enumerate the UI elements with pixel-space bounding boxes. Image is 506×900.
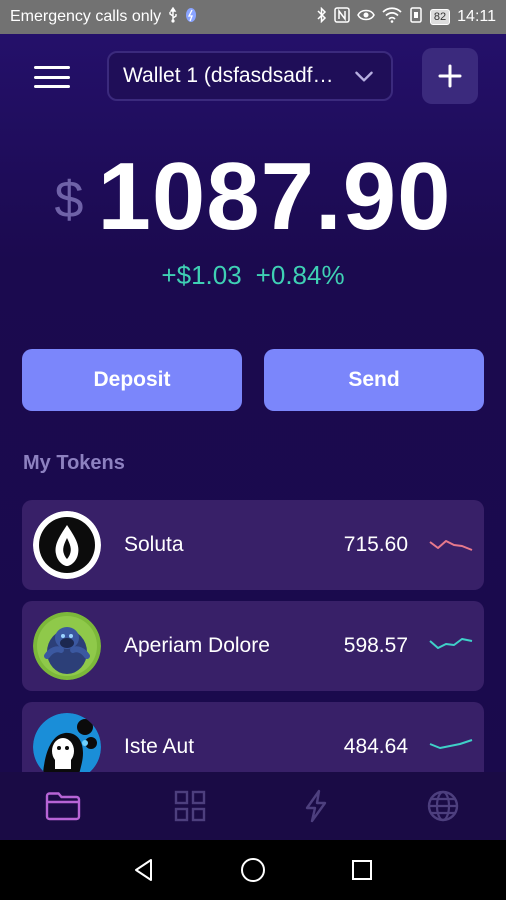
back-button[interactable] <box>127 853 161 887</box>
deposit-button[interactable]: Deposit <box>22 349 242 411</box>
wallet-label: Wallet 1 (dsfasdsadfasdf) <box>123 64 345 87</box>
nav-wallet[interactable] <box>0 772 127 840</box>
status-bar: Emergency calls only 82 14:11 <box>0 0 506 34</box>
token-avatar-aperiam-dolore <box>33 612 101 680</box>
token-name: Aperiam Dolore <box>124 634 270 657</box>
carrier-text: Emergency calls only <box>10 8 162 25</box>
chevron-down-icon <box>355 71 373 82</box>
token-value: 598.57 <box>343 634 408 657</box>
recents-button[interactable] <box>345 853 379 887</box>
tokens-section-title: My Tokens <box>23 452 125 474</box>
home-icon <box>240 858 265 882</box>
back-icon <box>135 859 153 881</box>
change-absolute: +$1.03 <box>161 260 242 290</box>
wifi-icon <box>382 6 402 28</box>
currency-symbol: $ <box>54 171 84 229</box>
nav-apps[interactable] <box>127 772 254 840</box>
clock: 14:11 <box>457 8 496 25</box>
nav-activity[interactable] <box>253 772 380 840</box>
token-name: Soluta <box>124 533 184 556</box>
nav-browser[interactable] <box>380 772 506 840</box>
sparkline-up-icon <box>429 638 473 649</box>
home-button[interactable] <box>236 853 270 887</box>
data-saver-icon <box>185 7 197 28</box>
usb-icon <box>167 6 179 28</box>
bluetooth-icon <box>317 6 327 28</box>
action-buttons: Deposit Send <box>22 349 484 411</box>
token-avatar-soluta <box>33 511 101 579</box>
token-row[interactable]: Soluta 715.60 <box>22 500 484 590</box>
system-nav-bar <box>0 840 506 900</box>
app-screen: Wallet 1 (dsfasdsadfasdf) $ 1087.90 +$1.… <box>0 34 506 840</box>
wallet-icon <box>46 792 81 821</box>
send-button[interactable]: Send <box>264 349 484 411</box>
lightning-icon <box>306 789 327 823</box>
hamburger-icon[interactable] <box>30 62 74 92</box>
balance-amount: 1087.90 <box>97 143 452 250</box>
token-avatar-iste-aut <box>33 713 101 781</box>
token-value: 715.60 <box>343 533 408 556</box>
nfc-icon <box>334 6 350 28</box>
add-wallet-button[interactable] <box>422 48 478 104</box>
sparkline-down-icon <box>429 540 473 551</box>
balance-change: +$1.03 +0.84% <box>0 260 506 291</box>
bottom-nav <box>0 772 506 840</box>
wallet-selector[interactable]: Wallet 1 (dsfasdsadfasdf) <box>107 51 393 101</box>
eye-icon <box>357 8 375 27</box>
top-bar: Wallet 1 (dsfasdsadfasdf) <box>0 34 506 118</box>
plus-icon <box>438 64 462 88</box>
change-percent: +0.84% <box>255 260 345 290</box>
globe-icon <box>427 790 458 822</box>
vibrate-icon <box>409 6 423 28</box>
sparkline-up-icon <box>429 739 473 749</box>
grid-icon <box>174 790 205 822</box>
battery-icon: 82 <box>429 9 451 25</box>
balance-display: $ 1087.90 <box>0 142 506 252</box>
token-row[interactable]: Aperiam Dolore 598.57 <box>22 601 484 691</box>
recents-icon <box>351 860 372 880</box>
